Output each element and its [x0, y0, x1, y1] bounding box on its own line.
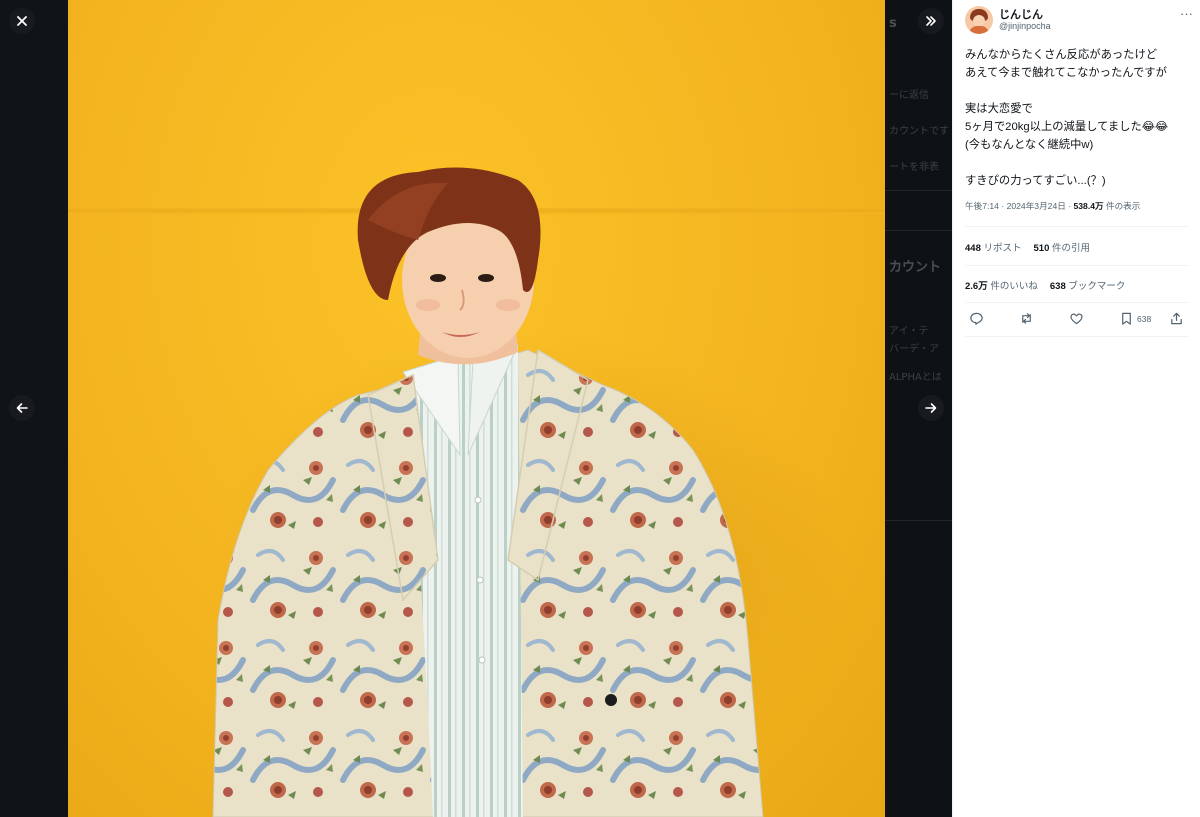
- likes-label: 件のいいね: [990, 281, 1038, 292]
- person-illustration: [212, 167, 764, 817]
- tweet-author: じんじん @jinjinpocha ···: [965, 6, 1193, 34]
- avatar[interactable]: [965, 6, 993, 34]
- author-display-name[interactable]: じんじん: [999, 9, 1051, 22]
- background-fragment: ALPHAとは: [889, 372, 942, 383]
- tweet-text-blank-line: [965, 82, 1193, 100]
- bookmark-icon: [1122, 312, 1131, 325]
- likes-stat[interactable]: 2.6万 件のいいね: [965, 278, 1038, 292]
- background-fragment: カウントです: [889, 126, 949, 137]
- share-button[interactable]: [1169, 311, 1184, 326]
- quotes-stat[interactable]: 510 件の引用: [1034, 240, 1091, 254]
- like-icon: [1070, 313, 1083, 325]
- tweet-text-line: みんなからたくさん反応があったけど: [965, 49, 1158, 61]
- divider: [965, 265, 1189, 266]
- close-button[interactable]: [9, 8, 35, 34]
- tweet-text-blank-line: [965, 154, 1193, 172]
- tweet-detail-panel: じんじん @jinjinpocha ··· みんなからたくさん反応があったけど …: [952, 0, 1200, 817]
- bookmarks-count: 638: [1049, 281, 1066, 292]
- next-media-button[interactable]: [918, 395, 944, 421]
- tweet-time[interactable]: 午後7:14: [965, 201, 999, 211]
- bookmark-button[interactable]: 638: [1119, 311, 1151, 326]
- quotes-count: 510: [1033, 243, 1050, 254]
- bookmarks-label: ブックマーク: [1068, 281, 1126, 292]
- tweet-photo[interactable]: [68, 0, 885, 817]
- tweet-text-line: あえて今まで触れてこなかったんですが: [965, 67, 1167, 79]
- views-label: 件の表示: [1105, 201, 1141, 211]
- tweet-actions: 638: [969, 311, 1189, 329]
- bookmarks-stat[interactable]: 638 ブックマーク: [1050, 278, 1126, 292]
- close-icon: [17, 16, 27, 26]
- reply-button[interactable]: [969, 311, 984, 326]
- background-divider: [885, 230, 952, 231]
- share-icon: [1171, 312, 1182, 325]
- likes-count: 2.6万: [965, 281, 988, 292]
- tweet-text: みんなからたくさん反応があったけど あえて今まで触れてこなかったんですが 実は大…: [965, 46, 1193, 190]
- arrow-right-icon: [925, 403, 937, 413]
- tweet-text-line: (今もなんとなく継続中w): [965, 139, 1094, 151]
- previous-media-button[interactable]: [9, 395, 35, 421]
- more-options-button[interactable]: ···: [1180, 6, 1193, 21]
- tweet-text-line: すきぴの力ってすごい...(？): [965, 175, 1106, 187]
- background-fragment: バーデ・ア: [889, 344, 939, 355]
- repost-button[interactable]: [1019, 311, 1034, 326]
- divider: [965, 226, 1189, 227]
- media-viewer: s ーに返信 カウントです ートを非表 カウント アイ・テ バーデ・ア ALPH…: [0, 0, 952, 817]
- bookmark-action-count: 638: [1137, 313, 1152, 324]
- views-count: 538.4万: [1073, 201, 1104, 211]
- reposts-stat[interactable]: 448 リポスト: [965, 240, 1022, 254]
- reposts-count: 448: [965, 243, 981, 254]
- background-fragment: ートを非表: [889, 162, 939, 173]
- tweet-text-line: 5ヶ月で20kg以上の減量してました😂😂: [965, 121, 1169, 133]
- background-divider: [885, 190, 952, 191]
- like-bookmark-stats: 2.6万 件のいいね 638 ブックマーク: [965, 278, 1125, 292]
- arrow-left-icon: [16, 403, 28, 413]
- background-fragment: s: [889, 16, 897, 31]
- author-handle[interactable]: @jinjinpocha: [999, 21, 1051, 31]
- tweet-date[interactable]: 2024年3月24日: [1007, 201, 1066, 211]
- background-fragment: ーに返信: [889, 90, 929, 101]
- expand-icon: [926, 16, 936, 26]
- meta-separator: ·: [1001, 201, 1005, 211]
- divider: [965, 336, 1189, 337]
- quotes-label: 件の引用: [1052, 243, 1091, 254]
- expand-panel-button[interactable]: [918, 8, 944, 34]
- reposts-label: リポスト: [983, 243, 1022, 254]
- like-button[interactable]: [1069, 311, 1084, 326]
- tweet-text-line: 実は大恋愛で: [965, 103, 1033, 115]
- divider: [965, 302, 1189, 303]
- repost-quote-stats: 448 リポスト 510 件の引用: [965, 240, 1090, 254]
- background-fragment: カウント: [889, 260, 942, 275]
- background-fragment: アイ・テ: [889, 326, 929, 337]
- reply-icon: [970, 312, 983, 325]
- repost-icon: [1022, 313, 1031, 324]
- meta-separator: ·: [1068, 201, 1072, 211]
- tweet-meta: 午後7:14 · 2024年3月24日 · 538.4万 件の表示: [965, 200, 1140, 212]
- background-divider: [885, 520, 952, 521]
